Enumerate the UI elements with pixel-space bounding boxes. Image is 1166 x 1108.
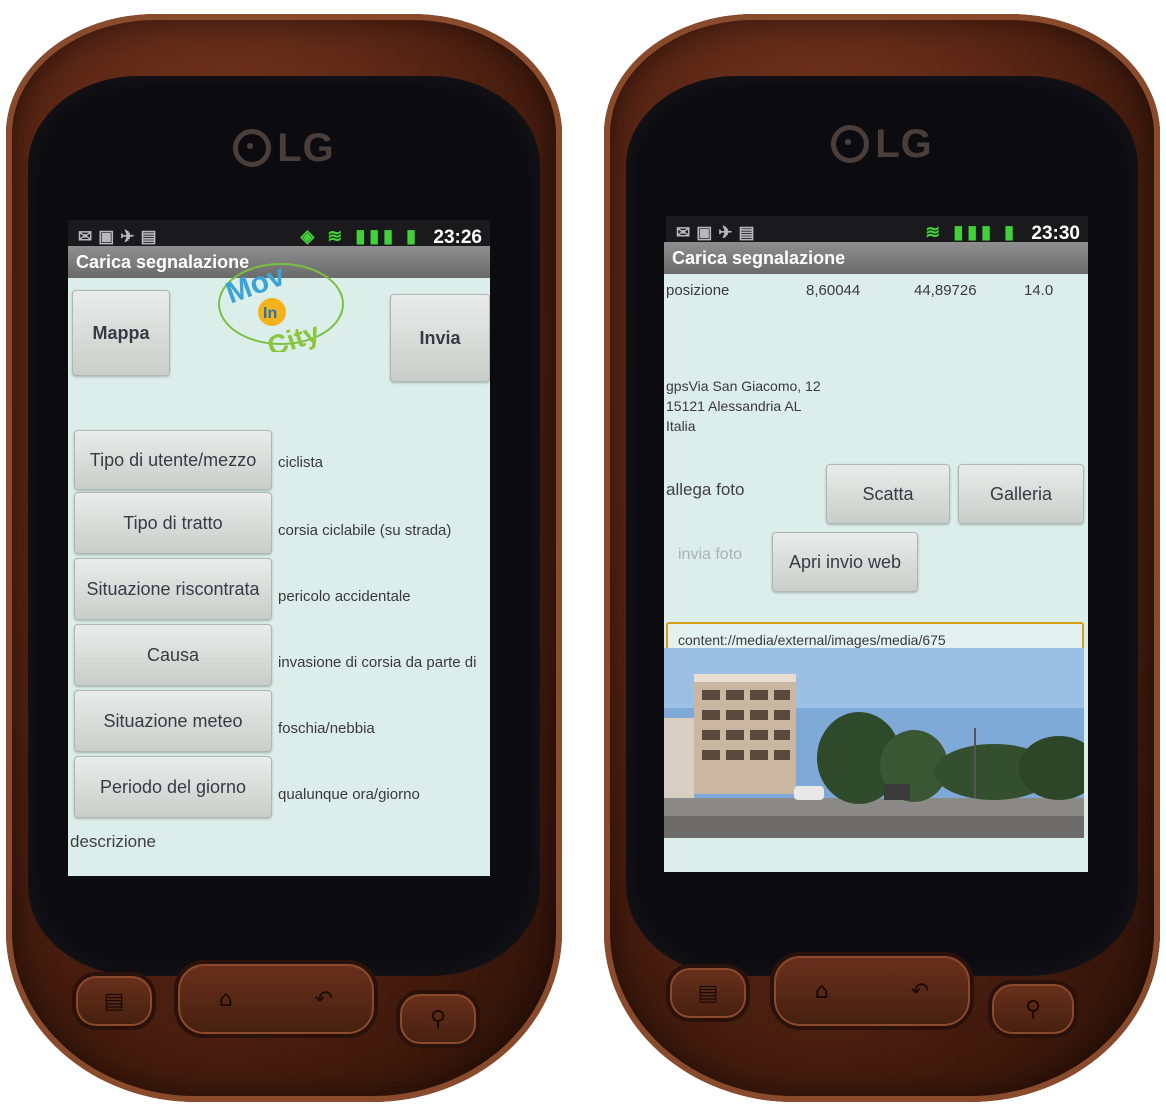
position-label: posizione xyxy=(666,282,730,299)
accuracy-value: 14.0 xyxy=(1024,282,1054,299)
map-button[interactable]: Mappa xyxy=(72,290,170,376)
segment-type-button[interactable]: Tipo di tratto xyxy=(74,492,272,554)
search-icon: ⚲ xyxy=(429,1006,447,1032)
segment-type-value: corsia ciclabile (su strada) xyxy=(278,522,452,539)
shoot-button[interactable]: Scatta xyxy=(826,464,950,524)
menu-icon: ▤ xyxy=(103,988,125,1014)
signal-icons: ◈ ≋ ▮▮▮ ▮ xyxy=(300,226,420,246)
home-icon: ⌂ xyxy=(218,986,233,1012)
daytime-button[interactable]: Periodo del giorno xyxy=(74,756,272,818)
longitude-value: 8,60044 xyxy=(806,282,861,299)
send-button[interactable]: Invia xyxy=(390,294,490,382)
photo-preview xyxy=(664,648,1084,838)
search-hw-button[interactable]: ⚲ xyxy=(988,980,1078,1038)
description-label: descrizione xyxy=(70,832,156,851)
movincity-logo: Mov In City xyxy=(218,259,344,352)
home-back-hw-button[interactable]: ⌂ ↶ xyxy=(770,952,974,1030)
search-icon: ⚲ xyxy=(1024,996,1042,1022)
back-icon: ↶ xyxy=(314,986,334,1012)
app-title: Carica segnalazione xyxy=(664,242,1088,274)
menu-hw-button[interactable]: ▤ xyxy=(666,964,750,1022)
cause-value: invasione di corsia da parte di xyxy=(278,654,477,671)
notification-icons: ✉▣✈▤ xyxy=(676,223,761,242)
home-icon: ⌂ xyxy=(814,978,829,1004)
open-web-send-button[interactable]: Apri invio web xyxy=(772,532,918,592)
signal-icons: ≋ ▮▮▮ ▮ xyxy=(925,222,1018,242)
cause-button[interactable]: Causa xyxy=(74,624,272,686)
screen: Carica segnalazione Mappa Mov In City In… xyxy=(68,246,490,876)
latitude-value: 44,89726 xyxy=(914,282,977,299)
screen: Carica segnalazione posizione 8,60044 44… xyxy=(664,242,1088,872)
home-back-hw-button[interactable]: ⌂ ↶ xyxy=(174,960,378,1038)
brand-logo: LG xyxy=(6,126,562,171)
back-icon: ↶ xyxy=(910,978,930,1004)
daytime-value: qualunque ora/giorno xyxy=(278,786,420,803)
gallery-button[interactable]: Galleria xyxy=(958,464,1084,524)
search-hw-button[interactable]: ⚲ xyxy=(396,990,480,1048)
phone-right: LG ✉▣✈▤ ≋ ▮▮▮ ▮ 23:30 Carica segnalazion… xyxy=(604,14,1160,1102)
weather-value: foschia/nebbia xyxy=(278,720,375,737)
address-line1: gpsVia San Giacomo, 12 xyxy=(666,378,821,394)
lg-logo-icon xyxy=(233,129,272,167)
logo-word-in: In xyxy=(263,305,277,322)
send-photo-button-disabled[interactable]: invia foto xyxy=(678,546,742,564)
uri-text: content://media/external/images/media/67… xyxy=(678,632,946,648)
address-line2: 15121 Alessandria AL xyxy=(666,398,802,414)
user-type-button[interactable]: Tipo di utente/mezzo xyxy=(74,430,272,490)
notification-icons: ✉▣✈▤ xyxy=(78,227,163,246)
weather-button[interactable]: Situazione meteo xyxy=(74,690,272,752)
menu-icon: ▤ xyxy=(697,980,719,1006)
phone-left: LG ✉▣✈▤ ◈ ≋ ▮▮▮ ▮ 23:26 Carica segnalazi… xyxy=(6,14,562,1102)
situation-button[interactable]: Situazione riscontrata xyxy=(74,558,272,620)
brand-logo: LG xyxy=(604,122,1160,167)
lg-logo-icon xyxy=(831,125,870,163)
user-type-value: ciclista xyxy=(278,454,324,471)
address-line3: Italia xyxy=(666,418,696,434)
attach-photo-label: allega foto xyxy=(666,480,745,499)
situation-value: pericolo accidentale xyxy=(278,588,411,605)
menu-hw-button[interactable]: ▤ xyxy=(72,972,156,1030)
